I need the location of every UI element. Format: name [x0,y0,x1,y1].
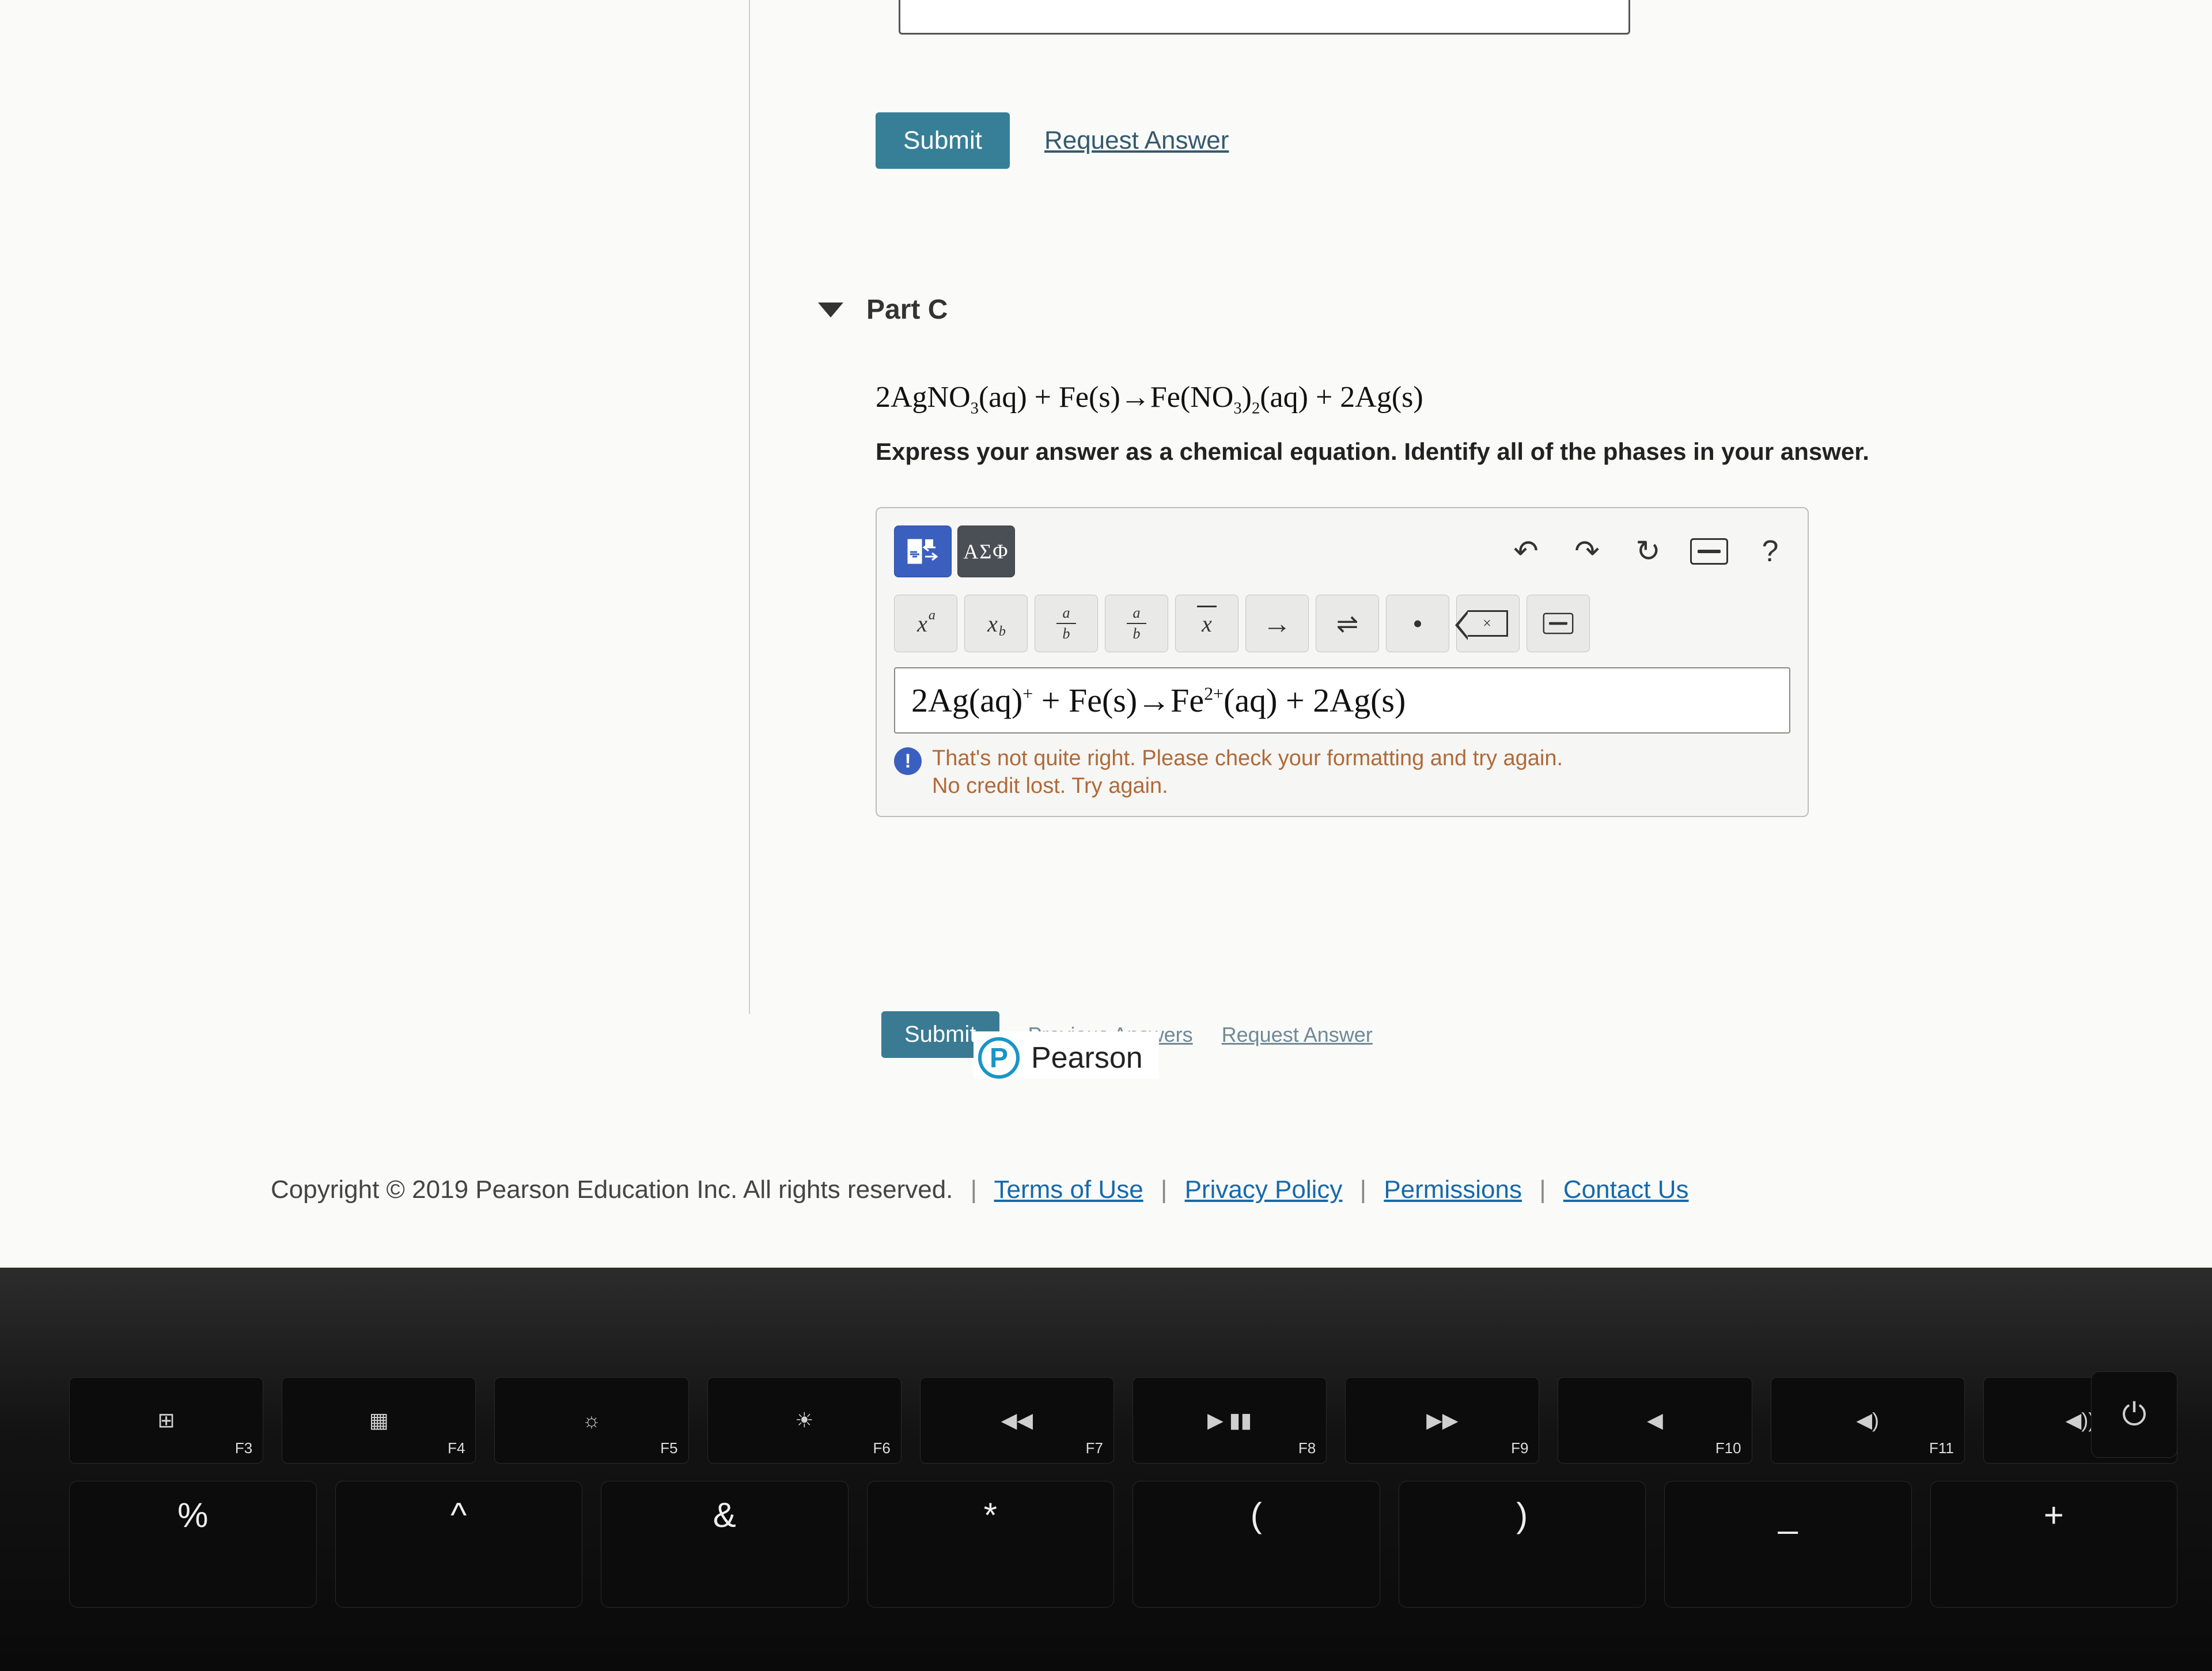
terms-link[interactable]: Terms of Use [994,1175,1143,1204]
keyboard-small-button[interactable] [1527,595,1590,652]
answer-input[interactable]: 2Ag(aq)+ + Fe(s)→Fe2+(aq) + 2Ag(s) [894,667,1790,734]
editor-toolbar-symbols: xa xb ab ab x → ⇌ • × [894,595,1790,652]
num-key[interactable]: ) [1399,1481,1646,1608]
privacy-link[interactable]: Privacy Policy [1185,1175,1343,1204]
contact-link[interactable]: Contact Us [1563,1175,1689,1204]
fn-key-f7[interactable]: ◀◀F7 [920,1377,1114,1464]
fn-key-f5[interactable]: ☼F5 [494,1377,688,1464]
help-icon[interactable]: ? [1750,531,1790,572]
editor-toolbar-top: ΑΣΦ ↶ ↷ ↻ ? [894,526,1790,577]
instructions-text: Express your answer as a chemical equati… [876,438,1869,466]
fn-key-f4[interactable]: ▦F4 [282,1377,476,1464]
fn-key-f3[interactable]: ⊞F3 [69,1377,263,1464]
fraction-button[interactable]: ab [1035,595,1098,652]
part-label: Part C [866,294,948,326]
permissions-link[interactable]: Permissions [1384,1175,1522,1204]
feedback-row: ! That's not quite right. Please check y… [894,745,1790,800]
given-equation: 2AgNO3(aq) + Fe(s)→Fe(NO3)2(aq) + 2Ag(s) [876,380,1423,418]
num-key[interactable]: _ [1664,1481,1912,1608]
pearson-brand: P Pearson [974,1031,1159,1079]
pearson-name: Pearson [1031,1041,1143,1075]
templates-button[interactable] [894,526,952,577]
num-key[interactable]: ( [1132,1481,1380,1608]
request-answer-link-lower[interactable]: Request Answer [1222,1023,1373,1047]
laptop-keyboard: ⊞F3▦F4☼F5☀F6◀◀F7▶ ▮▮F8▶▶F9◀F10◀)F11◀))F1… [0,1268,2212,1671]
backspace-button[interactable]: × [1456,595,1520,652]
fraction-italic-button[interactable]: ab [1105,595,1168,652]
feedback-icon: ! [894,747,922,775]
answer-field-previous[interactable] [899,0,1630,35]
section-divider [749,0,750,1014]
feedback-text: That's not quite right. Please check you… [932,745,1563,800]
equation-editor: ΑΣΦ ↶ ↷ ↻ ? xa xb ab ab x → ⇌ • × 2Ag(aq… [876,507,1809,817]
fn-key-f10[interactable]: ◀F10 [1558,1377,1752,1464]
num-key[interactable]: % [69,1481,317,1608]
subscript-button[interactable]: xb [964,595,1028,652]
fn-key-f9[interactable]: ▶▶F9 [1345,1377,1539,1464]
num-key[interactable]: * [867,1481,1115,1608]
num-key[interactable]: ^ [335,1481,583,1608]
keyboard-icon[interactable] [1689,531,1729,572]
pearson-logo-icon: P [978,1037,1020,1079]
num-key[interactable]: + [1930,1481,2178,1608]
fn-key-f8[interactable]: ▶ ▮▮F8 [1132,1377,1327,1464]
footer: Copyright © 2019 Pearson Education Inc. … [271,1175,1689,1204]
redo-icon[interactable]: ↷ [1567,531,1607,572]
copyright-text: Copyright © 2019 Pearson Education Inc. … [271,1175,953,1204]
greek-symbols-button[interactable]: ΑΣΦ [957,526,1015,577]
xbar-button[interactable]: x [1175,595,1238,652]
submit-button[interactable]: Submit [876,112,1010,169]
superscript-button[interactable]: xa [894,595,957,652]
num-key[interactable]: & [601,1481,849,1608]
request-answer-link[interactable]: Request Answer [1044,126,1229,155]
fn-key-f11[interactable]: ◀)F11 [1771,1377,1965,1464]
fn-key-f6[interactable]: ☀F6 [707,1377,902,1464]
arrow-button[interactable]: → [1245,595,1309,652]
collapse-caret-icon[interactable] [818,303,843,317]
reset-icon[interactable]: ↻ [1628,531,1668,572]
equilibrium-button[interactable]: ⇌ [1316,595,1379,652]
undo-icon[interactable]: ↶ [1506,531,1546,572]
power-key[interactable]: ⏻ [2091,1371,2177,1458]
dot-button[interactable]: • [1386,595,1449,652]
